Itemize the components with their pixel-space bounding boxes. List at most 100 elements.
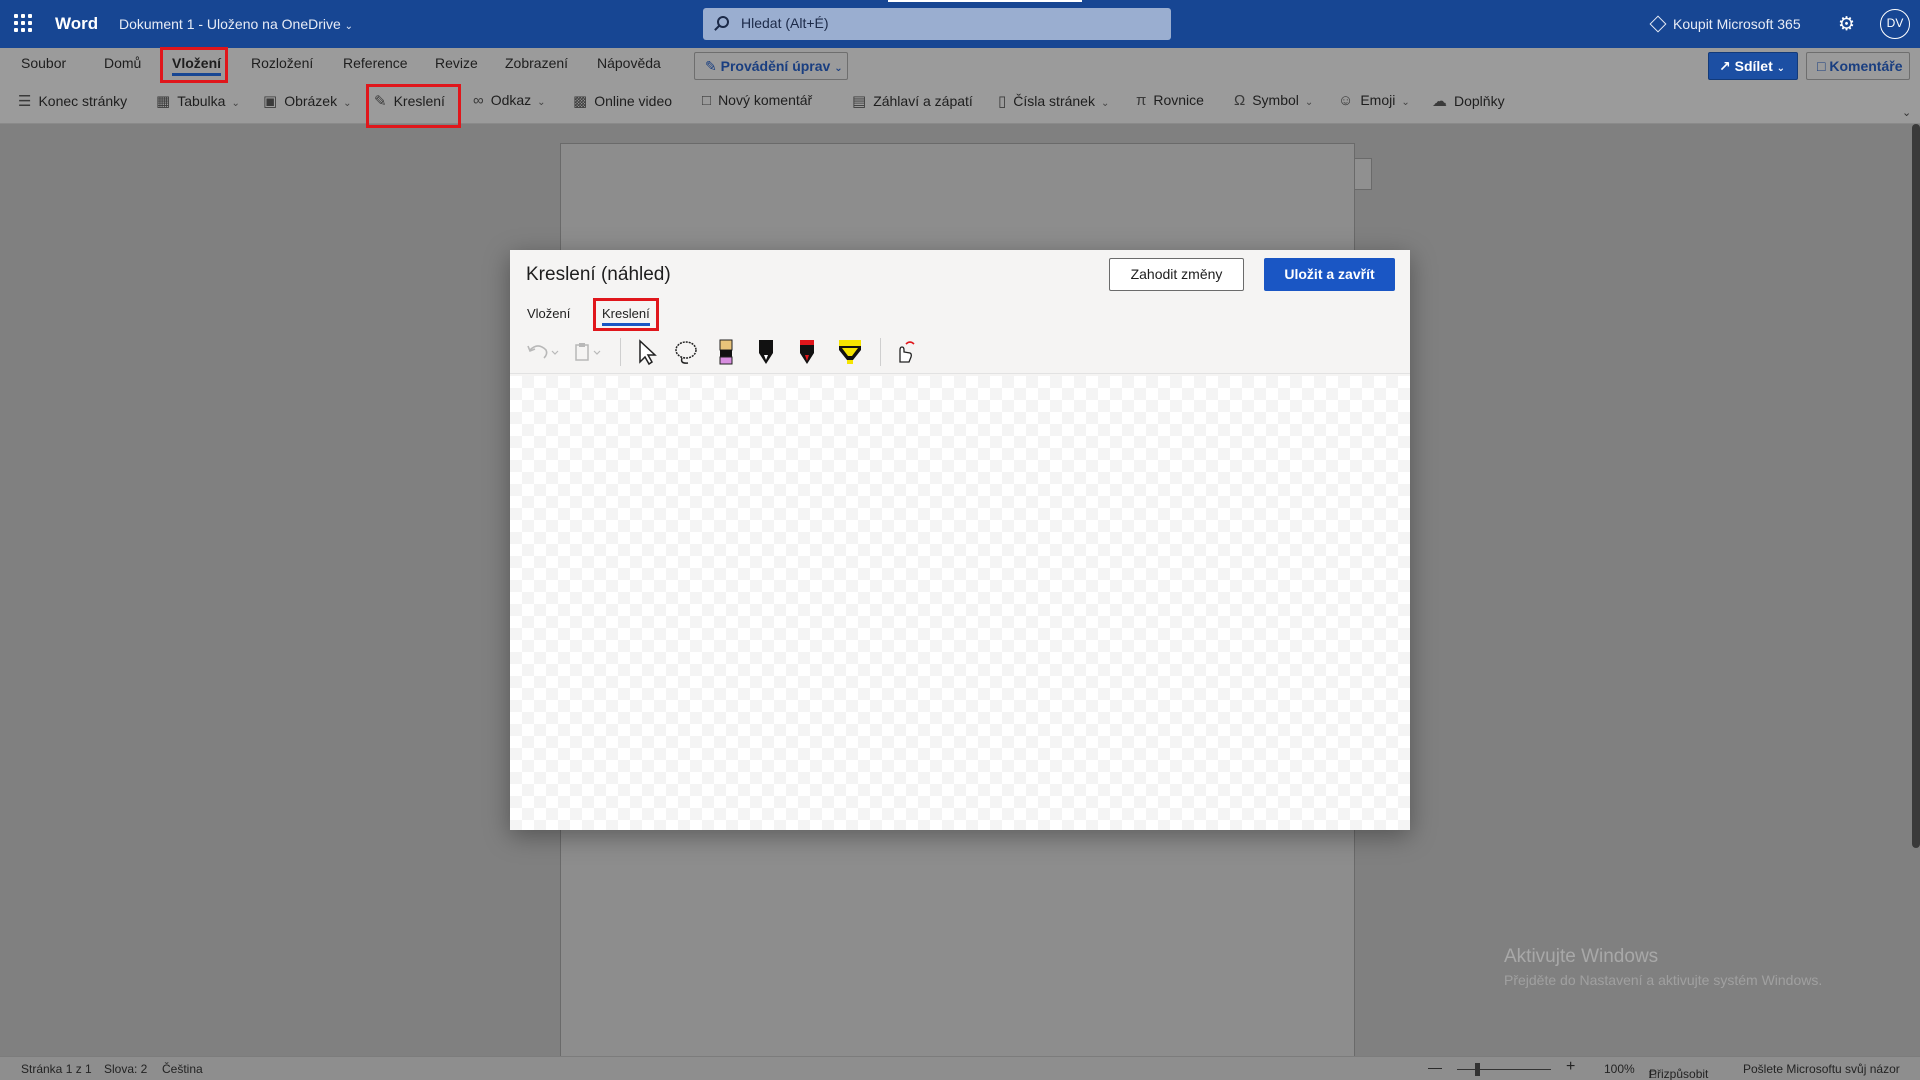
table-icon: ▦ (156, 93, 171, 110)
page-numbers-icon: ▯ (998, 93, 1007, 110)
new-comment-button[interactable]: □ Nový komentář (702, 92, 812, 109)
dialog-title: Kreslení (náhled) (526, 264, 671, 285)
chevron-down-icon: ⌄ (1776, 63, 1786, 74)
buy-microsoft-365-link[interactable]: Koupit Microsoft 365 (1649, 15, 1801, 33)
yellow-highlighter-tool[interactable] (836, 338, 864, 366)
page-numbers-button[interactable]: ▯ Čísla stránek ⌄ (998, 92, 1109, 110)
zoom-in-icon[interactable]: + (1566, 1058, 1575, 1076)
eraser-icon (719, 339, 733, 365)
chevron-down-icon: ⌄ (834, 63, 843, 74)
toolbar-separator (880, 338, 881, 366)
drawing-dialog: Kreslení (náhled) Zahodit změny Uložit a… (510, 250, 1410, 830)
app-name[interactable]: Word (55, 14, 98, 34)
toolbar-separator (620, 338, 621, 366)
chevron-down-icon: ⌄ (344, 21, 354, 32)
chevron-down-icon: ⌄ (537, 97, 546, 108)
diamond-icon (1649, 15, 1667, 33)
ink-to-shape-icon (899, 341, 915, 363)
zoom-out-icon[interactable]: — (1428, 1059, 1442, 1075)
emoji-label: Emoji (1360, 92, 1396, 108)
document-title-text: Dokument 1 - Uloženo na OneDrive (119, 16, 341, 32)
eraser-tool[interactable] (714, 338, 738, 366)
buy-label: Koupit Microsoft 365 (1673, 16, 1801, 32)
editing-mode-label: Provádění úprav (720, 58, 831, 74)
chevron-down-icon: ⌄ (231, 98, 240, 109)
ribbon: Soubor Domů Vložení Rozložení Reference … (0, 47, 1920, 128)
addins-label: Doplňky (1454, 93, 1505, 109)
search-input[interactable]: Hledat (Alt+É) (703, 8, 1171, 40)
undo-button[interactable] (524, 338, 560, 366)
zoom-slider-thumb[interactable] (1475, 1063, 1480, 1076)
search-accent-line (888, 0, 1082, 2)
tab-revize[interactable]: Revize (435, 55, 478, 71)
page-break-label: Konec stránky (38, 93, 128, 109)
language[interactable]: Čeština (162, 1062, 203, 1076)
symbol-label: Symbol (1252, 92, 1299, 108)
zoom-level[interactable]: 100% (1604, 1062, 1635, 1076)
select-tool[interactable] (632, 338, 660, 366)
highlight-box-draw-button (366, 84, 461, 128)
gear-icon[interactable]: ⚙ (1838, 13, 1855, 36)
addins-button[interactable]: ☁ Doplňky (1432, 92, 1505, 110)
drawing-canvas[interactable] (510, 376, 1410, 830)
link-label: Odkaz (490, 92, 532, 108)
drawing-toolbar (510, 330, 1410, 374)
paste-button[interactable] (572, 338, 608, 366)
share-button[interactable]: ↗ Sdílet ⌄ (1708, 52, 1798, 80)
page-break-icon: ☰ (18, 93, 32, 110)
highlight-box-vlozeni-tab (160, 47, 228, 83)
lasso-icon (675, 341, 697, 364)
tab-zobrazeni[interactable]: Zobrazení (505, 55, 568, 71)
equation-button[interactable]: π Rovnice (1136, 92, 1204, 109)
page-numbers-label: Čísla stránek (1013, 93, 1095, 109)
dialog-tab-insert[interactable]: Vložení (527, 306, 570, 321)
app-launcher-icon[interactable] (14, 14, 32, 32)
chevron-down-icon: ⌄ (1304, 97, 1314, 108)
black-pen-tool[interactable] (754, 338, 778, 366)
share-label: Sdílet (1734, 58, 1773, 74)
symbol-icon: Ω (1234, 92, 1246, 109)
discard-changes-button[interactable]: Zahodit změny (1109, 258, 1244, 291)
chevron-down-icon: ⌄ (1100, 98, 1110, 109)
symbol-button[interactable]: Ω Symbol ⌄ (1234, 92, 1313, 109)
equation-icon: π (1136, 92, 1147, 109)
red-pen-icon (800, 340, 814, 364)
vertical-scrollbar[interactable] (1912, 124, 1920, 848)
tab-domu[interactable]: Domů (104, 55, 141, 71)
highlight-box-draw-tab (593, 298, 659, 331)
online-video-button[interactable]: ▩ Online video (573, 92, 672, 110)
editing-mode-dropdown[interactable]: ✎ Provádění úprav ⌄ (694, 52, 848, 80)
word-count: Slova: 2 (104, 1062, 148, 1076)
tab-soubor[interactable]: Soubor (21, 55, 66, 71)
lasso-tool[interactable] (672, 338, 702, 366)
emoji-icon: ☺ (1338, 92, 1354, 109)
emoji-button[interactable]: ☺ Emoji ⌄ (1338, 92, 1410, 109)
red-pen-tool[interactable] (795, 338, 819, 366)
feedback-link[interactable]: Pošlete Microsoftu svůj názor (1743, 1062, 1900, 1076)
header-footer-label: Záhlaví a zápatí (873, 93, 973, 109)
chevron-down-icon[interactable]: ⌄ (1902, 106, 1911, 119)
title-bar: Word Dokument 1 - Uloženo na OneDrive ⌄ … (0, 0, 1920, 48)
picture-label: Obrázek (284, 93, 338, 109)
ink-to-shape-tool[interactable] (890, 338, 918, 366)
avatar[interactable]: DV (1880, 9, 1910, 39)
equation-label: Rovnice (1153, 92, 1204, 108)
table-button[interactable]: ▦ Tabulka ⌄ (156, 92, 240, 110)
zoom-slider[interactable] (1457, 1069, 1551, 1070)
tab-rozlozeni[interactable]: Rozložení (251, 55, 313, 71)
picture-button[interactable]: ▣ Obrázek ⌄ (263, 92, 352, 110)
activation-watermark-subtitle: Přejděte do Nastavení a aktivujte systém… (1504, 972, 1823, 988)
document-title[interactable]: Dokument 1 - Uloženo na OneDrive ⌄ (119, 16, 353, 32)
yellow-highlighter-icon (839, 340, 861, 364)
undo-icon (527, 345, 559, 359)
link-icon: ∞ (473, 92, 484, 109)
status-bar: Stránka 1 z 1 Slova: 2 Čeština — + 100% … (0, 1056, 1920, 1080)
link-button[interactable]: ∞ Odkaz ⌄ (473, 92, 546, 109)
comments-button[interactable]: □ Komentáře (1806, 52, 1910, 80)
header-footer-button[interactable]: ▤ Záhlaví a zápatí (852, 92, 973, 110)
tab-napoveda[interactable]: Nápověda (597, 55, 661, 71)
page-break-button[interactable]: ☰ Konec stránky (18, 92, 127, 110)
search-icon (717, 16, 729, 28)
tab-reference[interactable]: Reference (343, 55, 408, 71)
save-and-close-button[interactable]: Uložit a zavřít (1264, 258, 1395, 291)
